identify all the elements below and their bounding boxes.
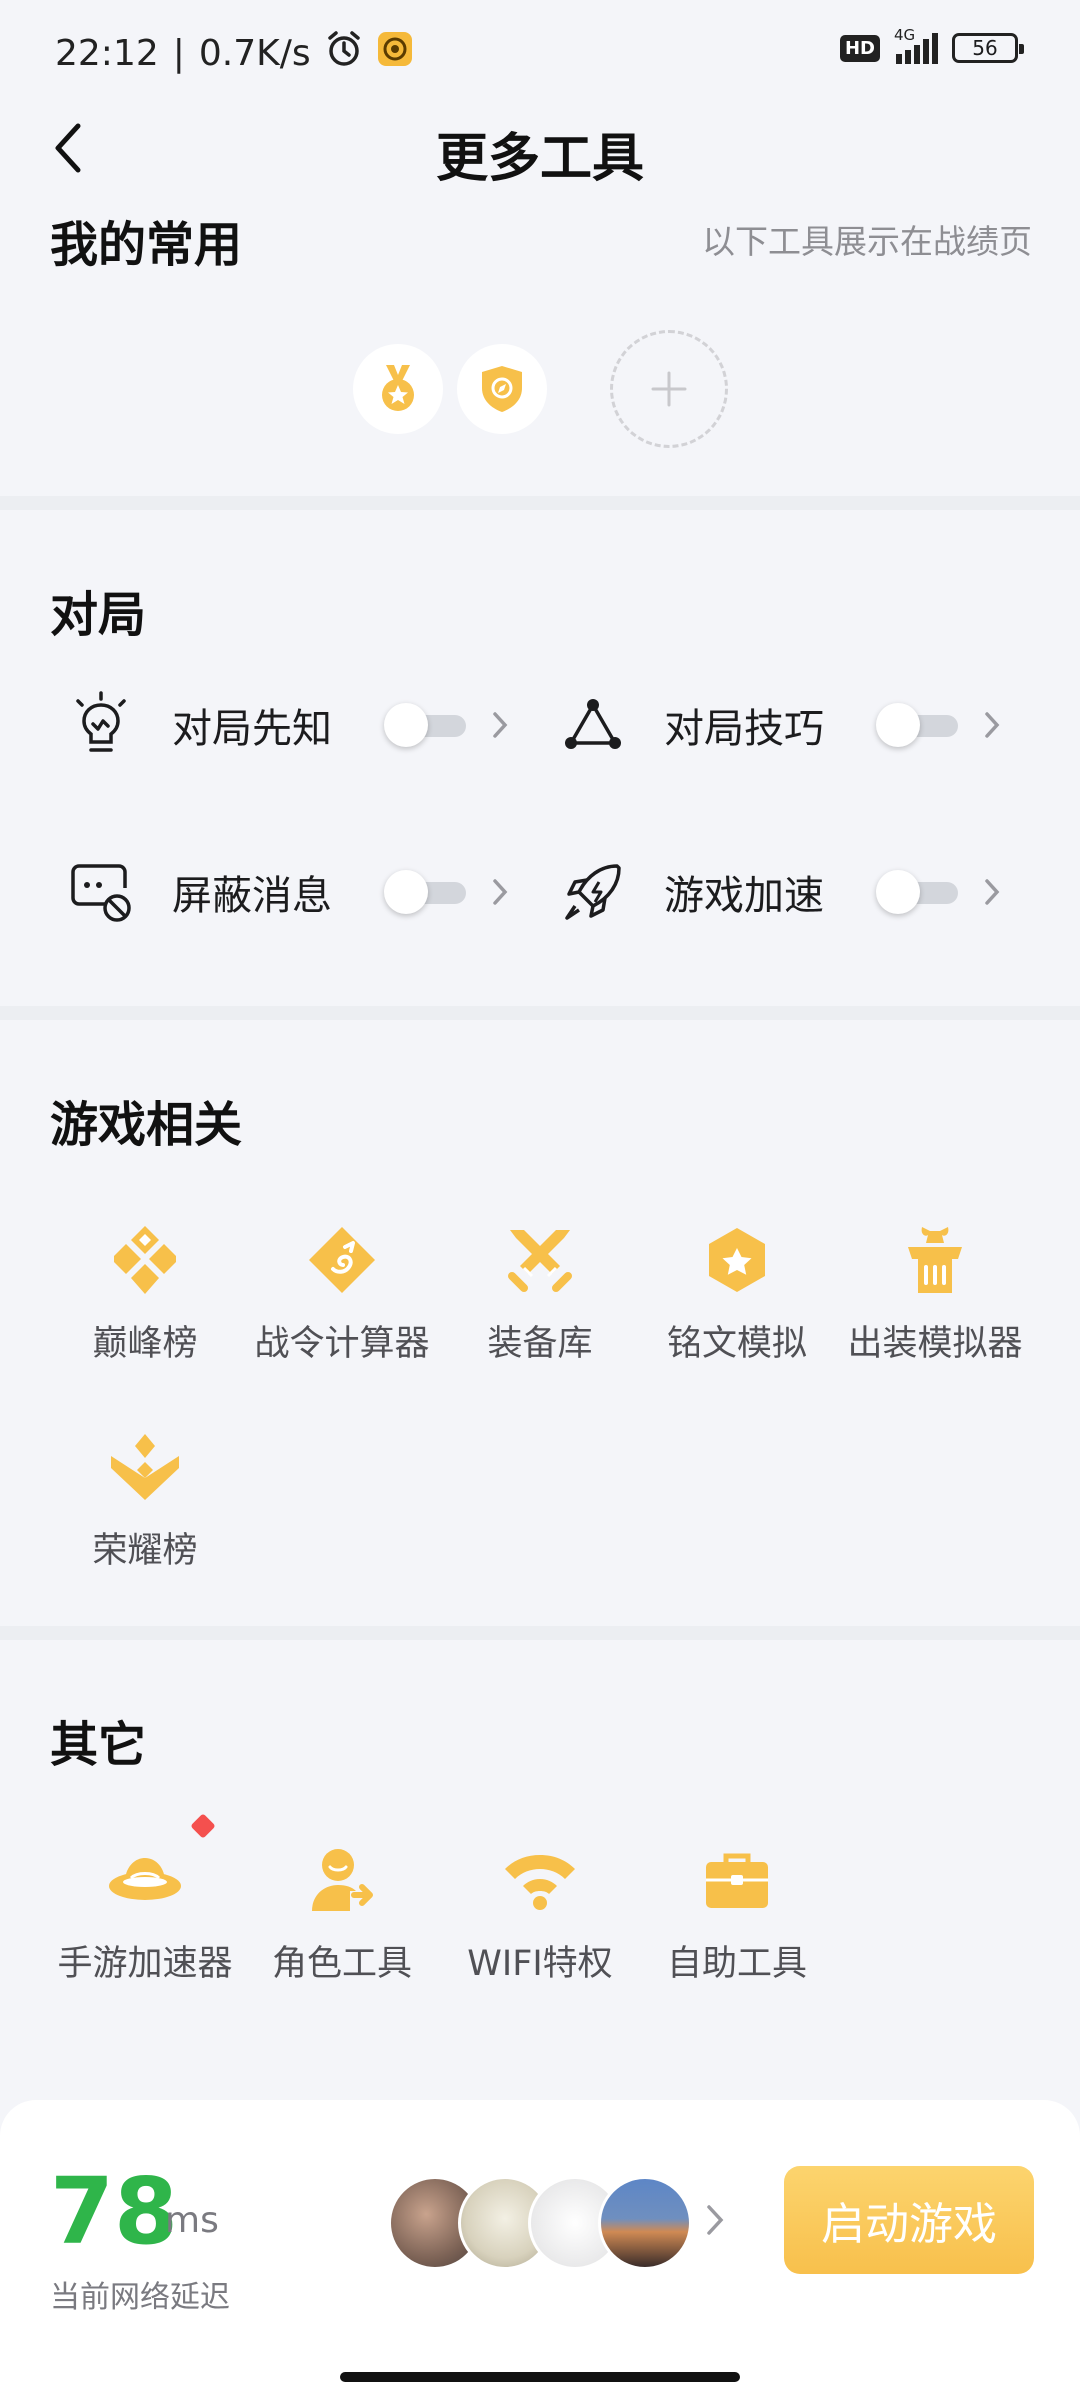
glory-rank-icon xyxy=(100,1422,190,1512)
tool-mobile-accelerator[interactable]: 手游加速器 xyxy=(45,1813,245,1986)
hd-badge: HD xyxy=(839,34,880,62)
tool-label: 战令计算器 xyxy=(254,1324,430,1364)
friend-avatars[interactable] xyxy=(388,2176,692,2270)
tool-self-service[interactable]: 自助工具 xyxy=(637,1835,837,1986)
battery-icon: 56 xyxy=(952,33,1024,63)
game-title: 游戏相关 xyxy=(50,1097,243,1153)
status-separator: | xyxy=(172,33,185,74)
triangle-nodes-icon xyxy=(558,690,628,760)
status-speed: 0.7K/s xyxy=(198,33,311,74)
shield-compass-icon xyxy=(482,366,522,412)
lightbulb-icon xyxy=(66,690,136,760)
tool-glory-rank[interactable]: 荣耀榜 xyxy=(45,1422,245,1573)
home-indicator[interactable] xyxy=(340,2372,740,2382)
tool-battle-pass-calculator[interactable]: 战令计算器 xyxy=(242,1215,442,1366)
plus-icon xyxy=(651,371,687,407)
battle-title: 对局 xyxy=(50,587,147,643)
rocket-icon xyxy=(558,857,628,927)
page-title: 更多工具 xyxy=(435,129,644,189)
start-game-button[interactable]: 启动游戏 xyxy=(784,2166,1034,2274)
battle-item-label: 对局先知 xyxy=(172,706,332,752)
dragon-badge-icon xyxy=(297,1215,387,1305)
bottom-bar: 78 ms 当前网络延迟 启动游戏 xyxy=(0,2100,1080,2400)
signal-icon: 4G xyxy=(894,26,938,64)
battle-item-forecast[interactable]: 对局先知 xyxy=(66,680,522,770)
toolbox-icon xyxy=(692,1835,782,1925)
tool-role-tools[interactable]: 角色工具 xyxy=(242,1835,442,1986)
tool-label: 铭文模拟 xyxy=(666,1324,807,1364)
battery-level: 56 xyxy=(972,36,998,60)
tool-build-simulator[interactable]: 出装模拟器 xyxy=(835,1215,1035,1366)
tool-label: 手游加速器 xyxy=(57,1944,233,1984)
ufo-icon xyxy=(100,1813,216,1925)
favorite-item-shield[interactable] xyxy=(457,344,547,434)
tool-label: 巅峰榜 xyxy=(92,1324,198,1364)
section-divider xyxy=(0,1006,1080,1020)
add-favorite-button[interactable] xyxy=(610,330,728,448)
latency-unit: ms xyxy=(165,2200,219,2241)
favorites-hint: 以下工具展示在战绩页 xyxy=(702,222,1032,261)
chevron-right-icon[interactable] xyxy=(706,2204,724,2240)
tool-peak-rank[interactable]: 巅峰榜 xyxy=(45,1215,245,1366)
alarm-icon xyxy=(325,30,363,77)
status-time: 22:12 xyxy=(55,33,159,74)
tool-label: 装备库 xyxy=(487,1324,593,1364)
avatar xyxy=(598,2176,692,2270)
hexagon-star-icon xyxy=(692,1215,782,1305)
section-divider xyxy=(0,1626,1080,1640)
notification-badge xyxy=(190,1813,216,1839)
other-title: 其它 xyxy=(50,1717,147,1773)
chevron-right-icon xyxy=(492,705,522,745)
tool-label: WIFI特权 xyxy=(467,1944,613,1984)
peak-rank-icon xyxy=(100,1215,190,1305)
tool-label: 荣耀榜 xyxy=(92,1531,198,1571)
medal-icon xyxy=(382,365,414,411)
favorite-item-medal[interactable] xyxy=(353,344,443,434)
wifi-icon xyxy=(495,1835,585,1925)
chevron-right-icon xyxy=(984,705,1014,745)
nav-bar: 更多工具 xyxy=(0,100,1080,195)
battle-item-label: 对局技巧 xyxy=(664,706,824,752)
game-boost-toggle[interactable] xyxy=(876,870,962,914)
crossed-swords-icon xyxy=(495,1215,585,1305)
battle-item-label: 游戏加速 xyxy=(664,873,824,919)
tool-wifi-privilege[interactable]: WIFI特权 xyxy=(440,1835,640,1986)
app-notification-icon xyxy=(377,31,413,76)
chevron-right-icon xyxy=(984,872,1014,912)
section-divider xyxy=(0,496,1080,510)
network-type: 4G xyxy=(894,26,916,44)
tool-rune-simulator[interactable]: 铭文模拟 xyxy=(637,1215,837,1366)
block-messages-toggle[interactable] xyxy=(384,870,470,914)
latency-value: 78 xyxy=(50,2158,179,2265)
tool-equipment-library[interactable]: 装备库 xyxy=(440,1215,640,1366)
battle-item-tips[interactable]: 对局技巧 xyxy=(558,680,1014,770)
armor-icon xyxy=(890,1215,980,1305)
tool-label: 出装模拟器 xyxy=(847,1324,1023,1364)
block-message-icon xyxy=(66,857,136,927)
battle-item-block-messages[interactable]: 屏蔽消息 xyxy=(66,847,522,937)
user-arrow-icon xyxy=(297,1835,387,1925)
forecast-toggle[interactable] xyxy=(384,703,470,747)
tool-label: 角色工具 xyxy=(271,1944,412,1984)
tips-toggle[interactable] xyxy=(876,703,962,747)
latency-label: 当前网络延迟 xyxy=(50,2280,230,2315)
battle-item-label: 屏蔽消息 xyxy=(172,873,332,919)
tool-label: 自助工具 xyxy=(666,1944,807,1984)
status-bar: 22:12 | 0.7K/s HD 4G 56 xyxy=(0,0,1080,100)
battle-item-game-boost[interactable]: 游戏加速 xyxy=(558,847,1014,937)
chevron-right-icon xyxy=(492,872,522,912)
favorites-title: 我的常用 xyxy=(50,217,243,273)
